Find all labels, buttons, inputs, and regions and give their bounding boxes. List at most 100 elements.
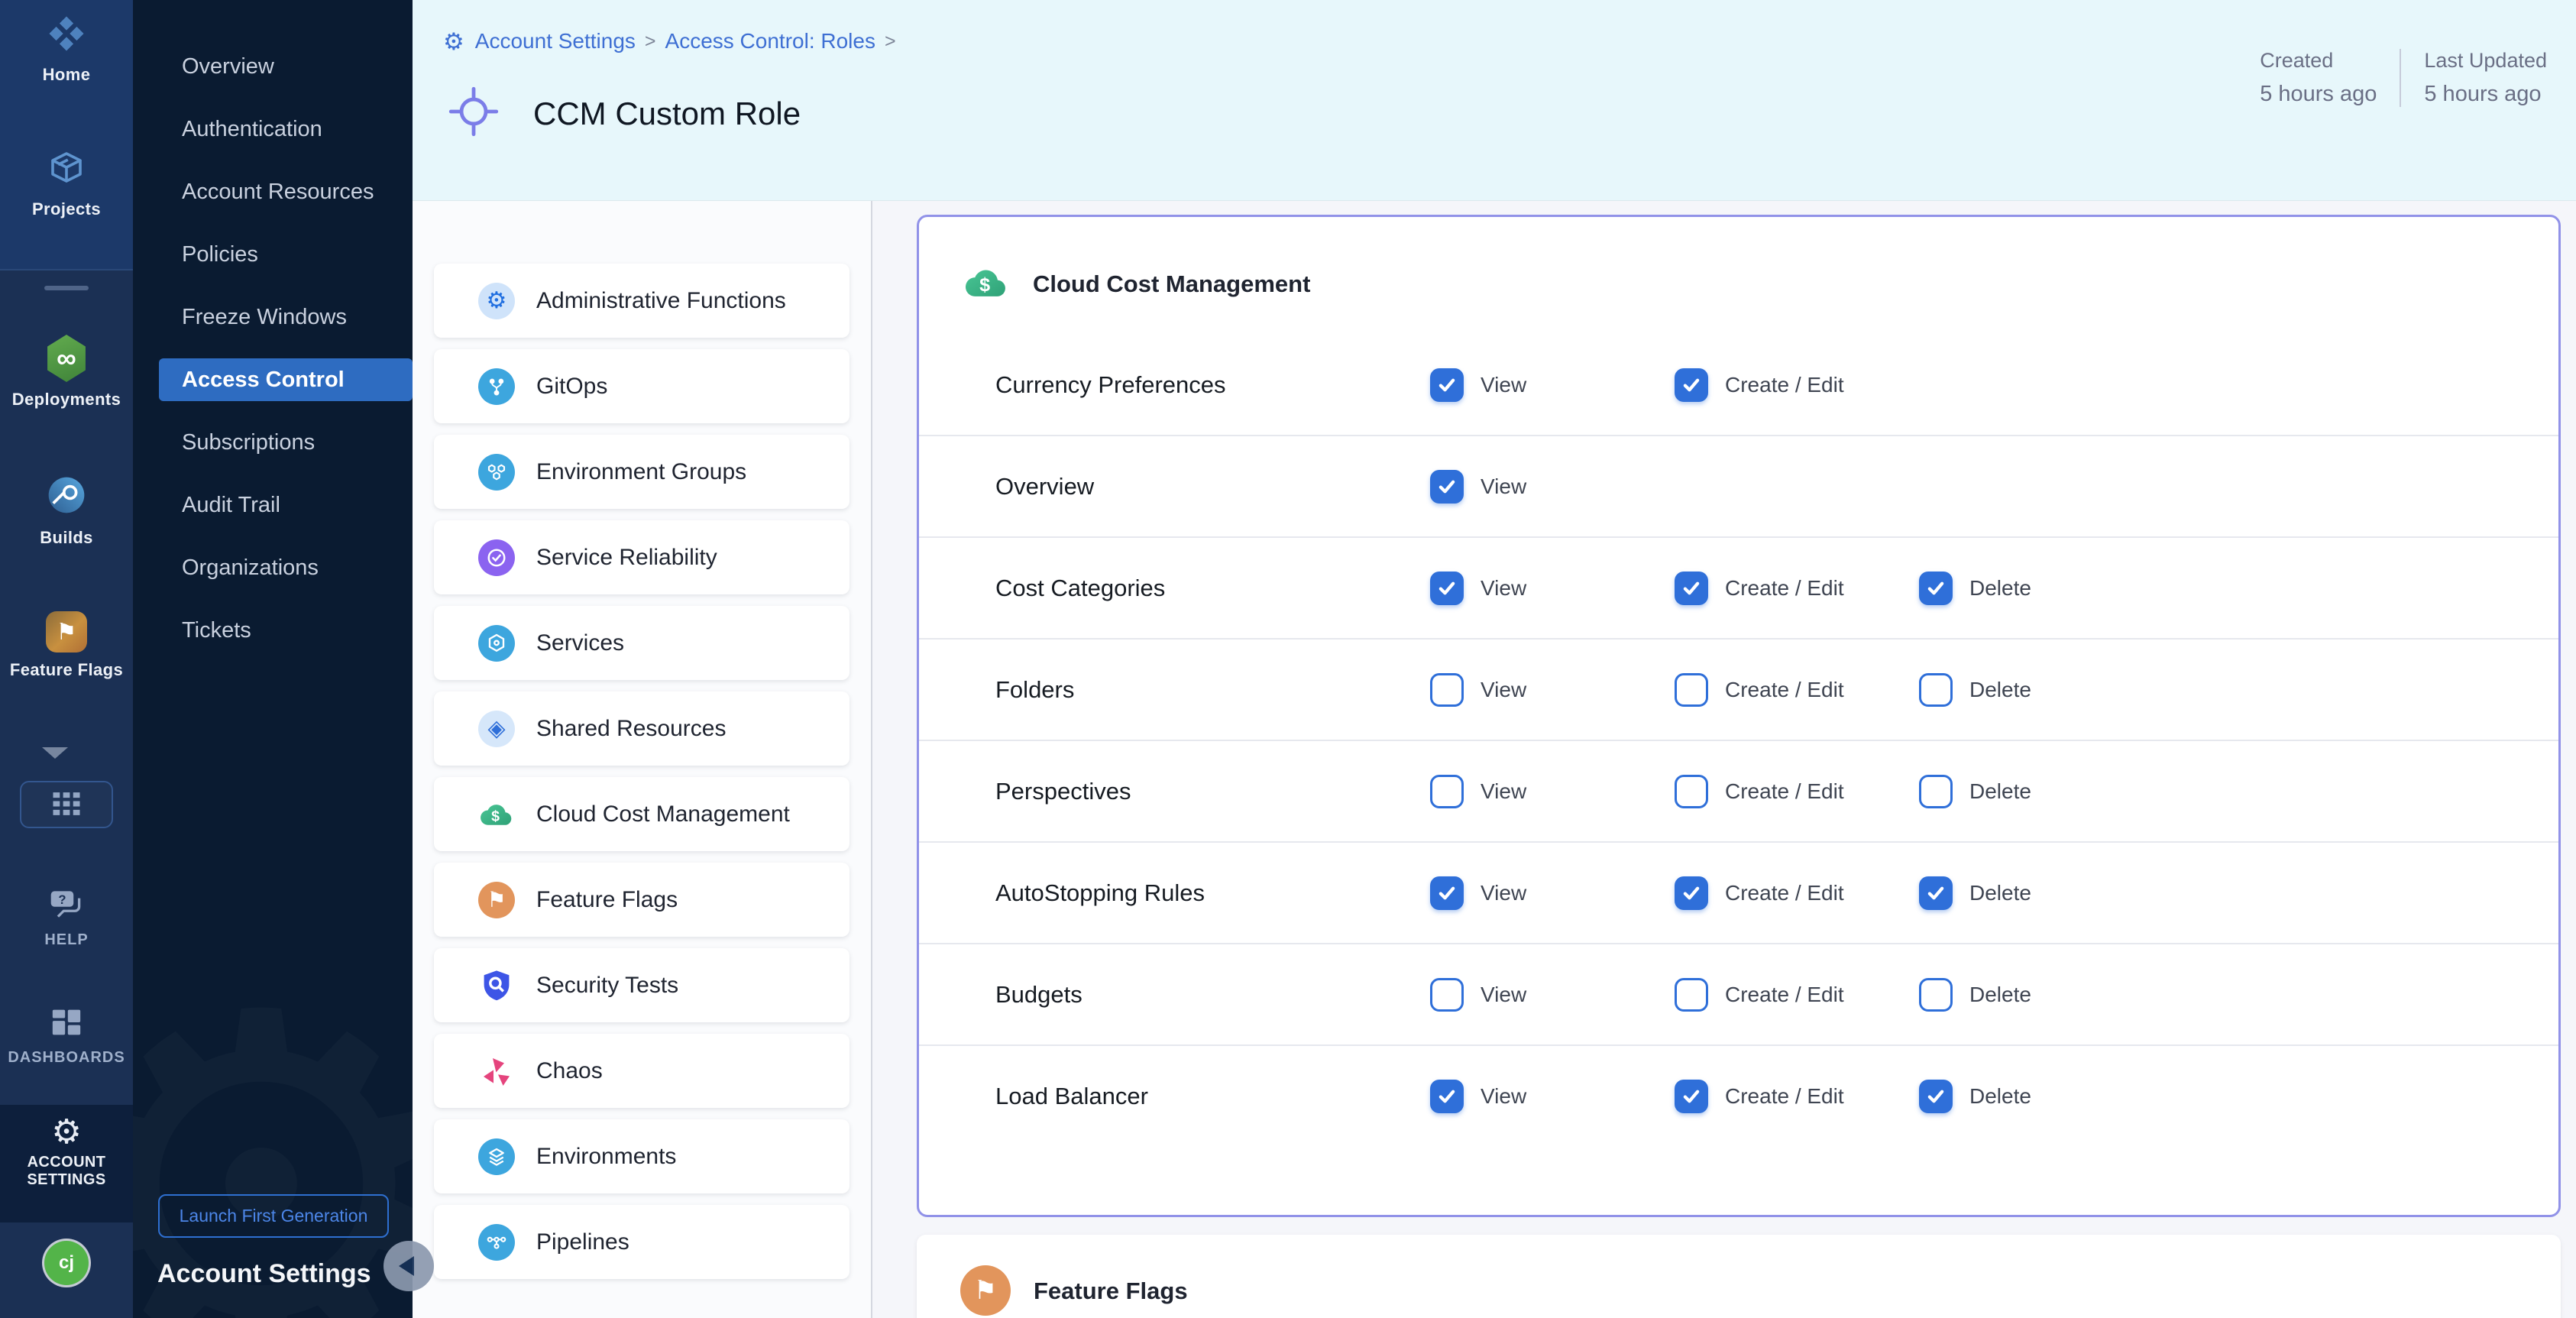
- last-updated-column: Last Updated 5 hours ago: [2400, 49, 2570, 107]
- checkbox-checked-icon[interactable]: [1675, 368, 1708, 402]
- created-value: 5 hours ago: [2260, 82, 2377, 107]
- permission-view[interactable]: View: [1430, 876, 1675, 910]
- rail-item-deployments[interactable]: ∞ Deployments: [0, 335, 133, 410]
- checkbox-checked-icon[interactable]: [1919, 572, 1953, 605]
- permission-label: View: [1481, 983, 1526, 1007]
- nav-item-tickets[interactable]: Tickets: [133, 599, 413, 662]
- permission-row-currency-preferences: Currency PreferencesViewCreate / Edit: [919, 335, 2558, 436]
- rail-item-home[interactable]: Home: [0, 14, 133, 85]
- rail-item-builds[interactable]: Builds: [0, 474, 133, 548]
- permission-delete[interactable]: Delete: [1919, 978, 2163, 1012]
- nav-item-label: Authentication: [182, 117, 322, 142]
- permission-create-edit[interactable]: Create / Edit: [1675, 368, 1919, 402]
- launch-first-generation-button[interactable]: Launch First Generation: [158, 1194, 389, 1238]
- collapse-nav-button[interactable]: [383, 1241, 434, 1291]
- resource-card-label: Environments: [536, 1144, 676, 1170]
- resource-card-environment-groups[interactable]: Environment Groups: [434, 435, 849, 509]
- permission-view[interactable]: View: [1430, 1080, 1675, 1113]
- grid-icon: [50, 790, 83, 820]
- permission-delete[interactable]: Delete: [1919, 1080, 2163, 1113]
- chevron-down-icon[interactable]: [42, 747, 68, 759]
- permission-row-autostopping-rules: AutoStopping RulesViewCreate / EditDelet…: [919, 843, 2558, 944]
- chevron-left-icon: [399, 1256, 414, 1276]
- nav-item-label: Organizations: [182, 555, 319, 581]
- resource-card-services[interactable]: Services: [434, 606, 849, 680]
- checkbox-checked-icon[interactable]: [1430, 572, 1464, 605]
- checkbox-checked-icon[interactable]: [1675, 876, 1708, 910]
- resource-card-feature-flags[interactable]: ⚑Feature Flags: [434, 863, 849, 937]
- permission-create-edit[interactable]: Create / Edit: [1675, 978, 1919, 1012]
- checkbox-unchecked-icon[interactable]: [1919, 978, 1953, 1012]
- resource-card-gitops[interactable]: GitOps: [434, 349, 849, 423]
- permission-view[interactable]: View: [1430, 572, 1675, 605]
- checkbox-checked-icon[interactable]: [1919, 1080, 1953, 1113]
- permission-create-edit[interactable]: Create / Edit: [1675, 1080, 1919, 1113]
- resource-card-service-reliability[interactable]: Service Reliability: [434, 520, 849, 594]
- checkbox-unchecked-icon[interactable]: [1430, 775, 1464, 808]
- checkbox-checked-icon[interactable]: [1919, 876, 1953, 910]
- permission-label: Create / Edit: [1725, 983, 1844, 1007]
- checkbox-unchecked-icon[interactable]: [1675, 978, 1708, 1012]
- resource-card-label: Chaos: [536, 1058, 603, 1084]
- permission-delete[interactable]: Delete: [1919, 572, 2163, 605]
- resource-card-label: Administrative Functions: [536, 288, 786, 314]
- permission-view[interactable]: View: [1430, 470, 1675, 504]
- checkbox-unchecked-icon[interactable]: [1919, 775, 1953, 808]
- avatar[interactable]: cj: [44, 1241, 89, 1285]
- nav-item-organizations[interactable]: Organizations: [133, 536, 413, 599]
- permission-view[interactable]: View: [1430, 978, 1675, 1012]
- checkbox-unchecked-icon[interactable]: [1430, 673, 1464, 707]
- rail-item-projects[interactable]: Projects: [0, 147, 133, 219]
- resource-card-shared-resources[interactable]: ◈Shared Resources: [434, 691, 849, 766]
- permission-label: Delete: [1969, 779, 2031, 804]
- resource-card-environments[interactable]: Environments: [434, 1119, 849, 1193]
- nav-item-overview[interactable]: Overview: [133, 35, 413, 98]
- resource-card-administrative-functions[interactable]: ⚙Administrative Functions: [434, 264, 849, 338]
- checkbox-checked-icon[interactable]: [1430, 876, 1464, 910]
- rail-item-account-settings[interactable]: ⚙ ACCOUNT SETTINGS: [0, 1105, 133, 1222]
- breadcrumb-access-control-roles[interactable]: Access Control: Roles: [665, 29, 875, 53]
- nav-item-freeze-windows[interactable]: Freeze Windows: [133, 286, 413, 348]
- resource-card-cloud-cost-management[interactable]: $Cloud Cost Management: [434, 777, 849, 851]
- resource-card-label: Environment Groups: [536, 459, 746, 485]
- module-picker-button[interactable]: [20, 781, 113, 828]
- permission-delete[interactable]: Delete: [1919, 775, 2163, 808]
- checkbox-unchecked-icon[interactable]: [1675, 673, 1708, 707]
- rail-item-dashboards[interactable]: DASHBOARDS: [0, 1007, 133, 1067]
- permission-create-edit[interactable]: Create / Edit: [1675, 572, 1919, 605]
- resource-card-security-tests[interactable]: Security Tests: [434, 948, 849, 1022]
- resource-card-pipelines[interactable]: Pipelines: [434, 1205, 849, 1279]
- permission-delete[interactable]: Delete: [1919, 673, 2163, 707]
- checkbox-checked-icon[interactable]: [1430, 470, 1464, 504]
- permission-create-edit[interactable]: Create / Edit: [1675, 876, 1919, 910]
- nav-item-authentication[interactable]: Authentication: [133, 98, 413, 160]
- checkbox-checked-icon[interactable]: [1430, 1080, 1464, 1113]
- checkbox-checked-icon[interactable]: [1675, 572, 1708, 605]
- checkbox-checked-icon[interactable]: [1430, 368, 1464, 402]
- permission-view[interactable]: View: [1430, 775, 1675, 808]
- permission-row-name: Folders: [919, 676, 1430, 704]
- checkbox-checked-icon[interactable]: [1675, 1080, 1708, 1113]
- permission-view[interactable]: View: [1430, 673, 1675, 707]
- resource-card-chaos[interactable]: Chaos: [434, 1034, 849, 1108]
- permission-label: View: [1481, 1084, 1526, 1109]
- permission-view[interactable]: View: [1430, 368, 1675, 402]
- nav-item-audit-trail[interactable]: Audit Trail: [133, 474, 413, 536]
- settings-nav-list: Overview Authentication Account ResourcesP…: [133, 0, 413, 662]
- permission-create-edit[interactable]: Create / Edit: [1675, 673, 1919, 707]
- nav-item-access-control[interactable]: Access Control: [133, 348, 413, 411]
- checkbox-unchecked-icon[interactable]: [1919, 673, 1953, 707]
- breadcrumb-account-settings[interactable]: Account Settings: [475, 29, 636, 53]
- settings-nav: Overview Authentication Account ResourcesP…: [133, 0, 413, 1318]
- permission-delete[interactable]: Delete: [1919, 876, 2163, 910]
- rail-item-help[interactable]: ? HELP: [0, 888, 133, 949]
- permission-create-edit[interactable]: Create / Edit: [1675, 775, 1919, 808]
- nav-item-subscriptions[interactable]: Subscriptions: [133, 411, 413, 474]
- checkbox-unchecked-icon[interactable]: [1430, 978, 1464, 1012]
- rail-item-feature-flags[interactable]: ⚑ Feature Flags: [0, 611, 133, 680]
- content-body: ⚙Administrative Functions GitOps Environme…: [413, 201, 2576, 1318]
- checkbox-unchecked-icon[interactable]: [1675, 775, 1708, 808]
- nav-item-policies[interactable]: Policies: [133, 223, 413, 286]
- nav-item-account-resources[interactable]: Account Resources: [133, 160, 413, 223]
- permission-label: Delete: [1969, 576, 2031, 601]
